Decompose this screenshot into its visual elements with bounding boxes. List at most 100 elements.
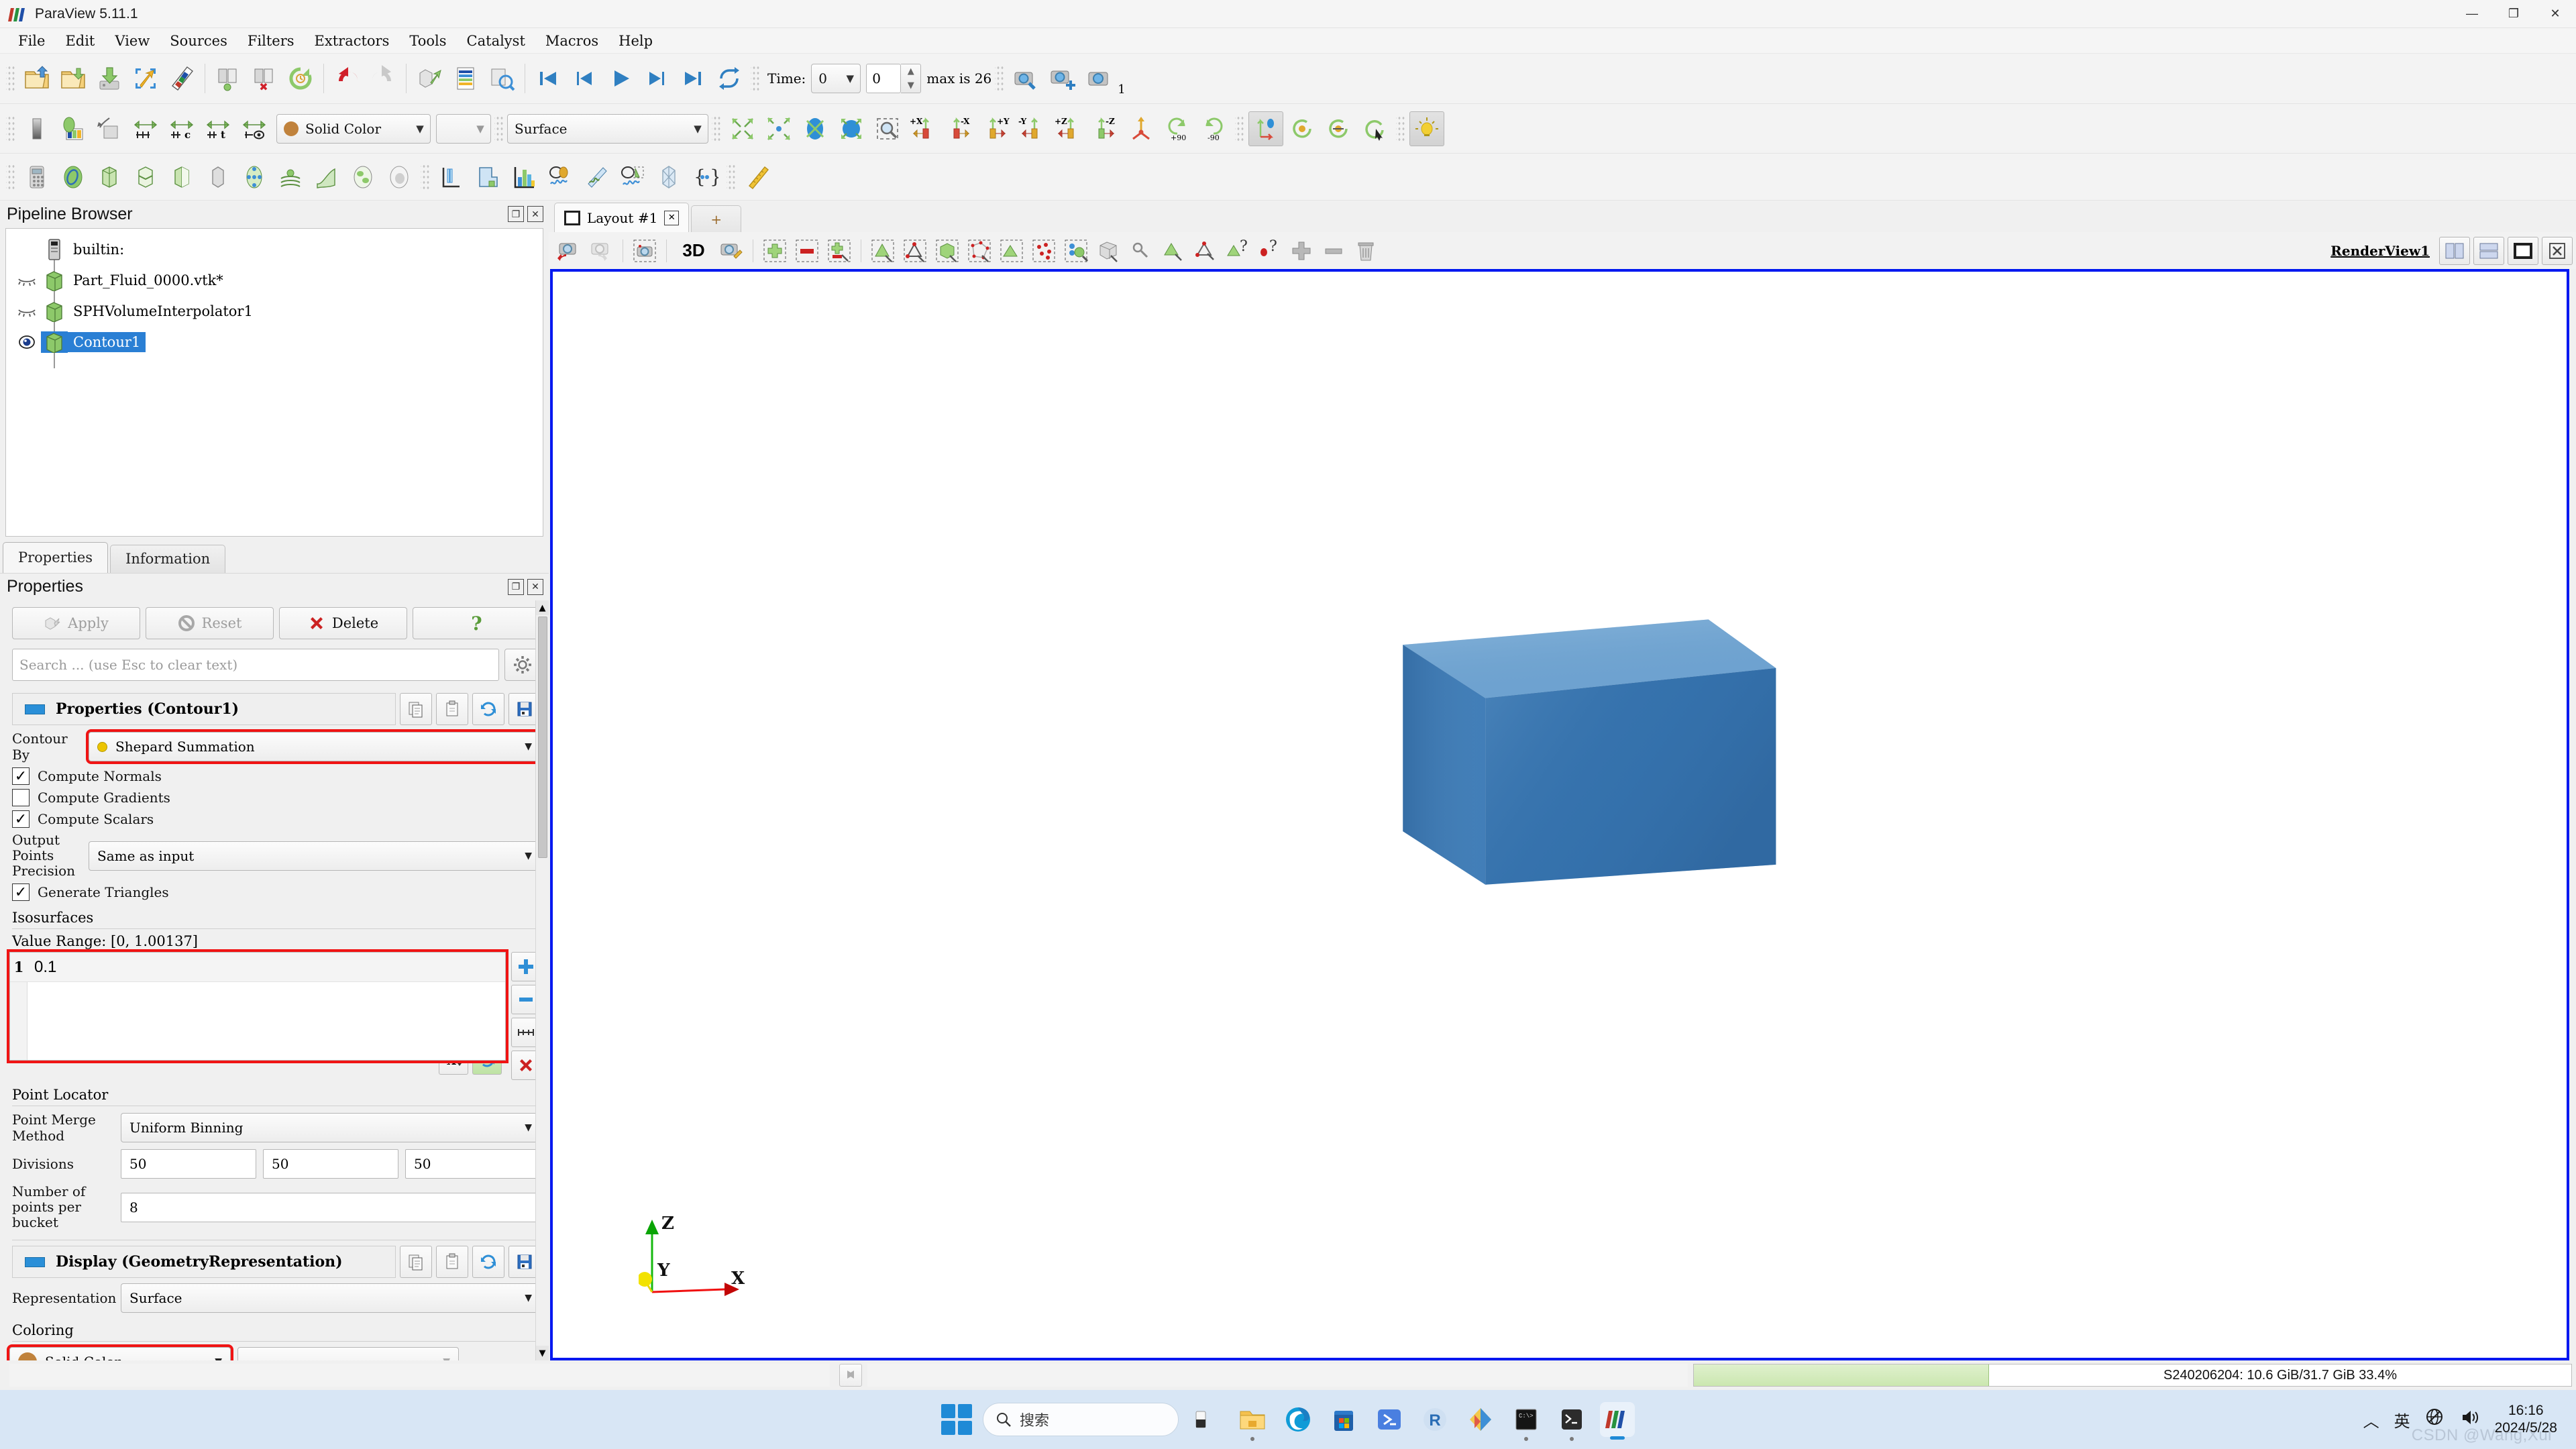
properties-scrollbar[interactable]: ▲ ▼ — [535, 600, 549, 1360]
isosurface-value-list[interactable]: 1 0.1 — [7, 949, 508, 1063]
taskview-icon[interactable] — [1189, 1402, 1224, 1437]
close-button[interactable]: ✕ — [2534, 0, 2576, 28]
find-data-icon[interactable] — [484, 61, 519, 96]
camera-settings-icon[interactable] — [716, 236, 746, 266]
help-button[interactable]: ? — [413, 607, 541, 639]
menu-tools[interactable]: Tools — [399, 31, 456, 51]
loop-icon[interactable] — [712, 61, 747, 96]
ime-indicator[interactable]: 英 — [2394, 1408, 2410, 1432]
data-spreadsheet-icon[interactable] — [448, 61, 483, 96]
divisions-z-input[interactable]: 50 — [405, 1149, 541, 1179]
plot-over-time-icon[interactable] — [543, 160, 578, 195]
menu-filters[interactable]: Filters — [237, 31, 305, 51]
apply-button[interactable]: Apply — [12, 607, 140, 639]
interactive-select-points-icon[interactable] — [900, 236, 930, 266]
threshold-filter-icon[interactable] — [164, 160, 199, 195]
zoom-closest-data-icon[interactable] — [834, 111, 869, 146]
rotate-minus-90-icon[interactable]: -90 — [1196, 111, 1231, 146]
view-plus-x-icon[interactable]: +X — [906, 111, 941, 146]
menu-extractors[interactable]: Extractors — [305, 31, 400, 51]
visio-icon[interactable] — [1463, 1402, 1498, 1437]
programmable-filter-icon[interactable]: { } — [688, 160, 722, 195]
taskbar-search-input[interactable]: 搜索 — [983, 1403, 1179, 1436]
file-explorer-icon[interactable] — [1235, 1402, 1270, 1441]
divisions-x-input[interactable]: 50 — [121, 1149, 256, 1179]
toolbar-grip[interactable] — [1235, 113, 1244, 144]
light-kit-icon[interactable] — [1409, 111, 1444, 146]
close-layout-icon[interactable]: ✕ — [664, 210, 680, 225]
microsoft-store-icon[interactable] — [1326, 1402, 1361, 1437]
toolbar-grip[interactable] — [727, 162, 736, 192]
frame-value[interactable]: 0 — [866, 64, 902, 93]
toolbar-grip[interactable] — [6, 64, 15, 93]
copy-properties-icon[interactable] — [400, 693, 432, 725]
reset-camera-icon[interactable] — [725, 111, 760, 146]
adjust-camera-icon[interactable] — [630, 236, 659, 266]
table-row[interactable]: 1 0.1 — [10, 953, 505, 982]
frame-spinner[interactable]: 0 ▲ ▼ — [866, 64, 922, 93]
view-plus-y-icon[interactable]: +Y — [979, 111, 1014, 146]
next-frame-icon[interactable] — [639, 61, 674, 96]
restore-display-defaults-icon[interactable] — [472, 1246, 504, 1278]
pipeline-item-contour1[interactable]: Contour1 — [6, 327, 543, 358]
compute-scalars-row[interactable]: ✓ Compute Scalars — [0, 808, 549, 830]
edit-color-map-icon[interactable] — [56, 111, 91, 146]
menu-sources[interactable]: Sources — [160, 31, 237, 51]
menu-view[interactable]: View — [105, 31, 160, 51]
close-panel-icon[interactable]: ✕ — [527, 578, 543, 595]
histogram-icon[interactable] — [506, 160, 541, 195]
contour-filter-icon[interactable] — [56, 160, 91, 195]
points-per-bucket-input[interactable]: 8 — [121, 1192, 541, 1222]
rotate-plus-90-icon[interactable]: +90 — [1160, 111, 1195, 146]
section-header-bar[interactable]: Properties (Contour1) — [12, 693, 396, 725]
change-input-icon[interactable] — [412, 61, 447, 96]
pick-center-cursor-icon[interactable] — [1357, 111, 1392, 146]
section-header-bar[interactable]: Display (GeometryRepresentation) — [12, 1246, 396, 1278]
pipeline-item-builtin[interactable]: builtin: — [6, 234, 543, 265]
menu-catalyst[interactable]: Catalyst — [457, 31, 535, 51]
render-view[interactable]: Z X Y — [550, 269, 2569, 1361]
mesh-quality-icon[interactable] — [651, 160, 686, 195]
pick-center-icon[interactable] — [1321, 111, 1356, 146]
extract-level-icon[interactable] — [382, 160, 417, 195]
load-state-icon[interactable] — [128, 61, 163, 96]
subtract-selection-icon[interactable] — [1319, 236, 1348, 266]
pipeline-browser[interactable]: builtin: Part_Fluid_0000.vtk* SPHVolumeI… — [5, 227, 543, 537]
taskbar-clock[interactable]: 16:16 2024/5/28 — [2495, 1402, 2557, 1438]
reset-camera-closest-icon[interactable] — [798, 111, 833, 146]
close-view-icon[interactable] — [2542, 236, 2573, 265]
toolbar-grip[interactable] — [751, 64, 760, 93]
group-datasets-icon[interactable] — [345, 160, 380, 195]
scroll-down-icon[interactable]: ▼ — [535, 1346, 549, 1360]
clear-selection-icon[interactable] — [1351, 236, 1381, 266]
interactive-select-cells-icon[interactable] — [868, 236, 898, 266]
add-camera-icon[interactable] — [1044, 61, 1079, 96]
time-value-combo[interactable]: 0 ▼ — [811, 64, 861, 93]
menu-file[interactable]: File — [8, 31, 55, 51]
toolbar-grip[interactable] — [494, 113, 504, 144]
generate-triangles-row[interactable]: ✓ Generate Triangles — [0, 881, 549, 903]
ruler-icon[interactable] — [740, 160, 775, 195]
rescale-custom-icon[interactable] — [92, 111, 127, 146]
undo-icon[interactable] — [329, 61, 364, 96]
tab-information[interactable]: Information — [110, 544, 226, 573]
color-map-editor-icon[interactable] — [164, 61, 199, 96]
render-view-canvas[interactable] — [553, 272, 2567, 1358]
visibility-closed-eye-icon[interactable] — [13, 305, 41, 318]
minimize-button[interactable]: — — [2451, 0, 2493, 28]
tab-properties[interactable]: Properties — [3, 541, 109, 573]
start-button-icon[interactable] — [941, 1404, 972, 1435]
compute-gradients-row[interactable]: Compute Gradients — [0, 787, 549, 808]
view-isometric-icon[interactable] — [1124, 111, 1159, 146]
search-input[interactable]: Search ... (use Esc to clear text) — [12, 649, 499, 681]
extract-blocks-icon[interactable] — [1093, 236, 1123, 266]
warp-filter-icon[interactable] — [309, 160, 344, 195]
undo-camera-icon[interactable] — [554, 236, 584, 266]
save-data-icon[interactable] — [92, 61, 127, 96]
reset-center-icon[interactable] — [1285, 111, 1320, 146]
paste-properties-icon[interactable] — [436, 693, 468, 725]
select-points-off-icon[interactable] — [792, 236, 822, 266]
visibility-open-eye-icon[interactable] — [13, 335, 41, 350]
visibility-closed-eye-icon[interactable] — [13, 274, 41, 287]
coloring-combo[interactable]: Solid Color ▼ — [7, 1344, 233, 1360]
